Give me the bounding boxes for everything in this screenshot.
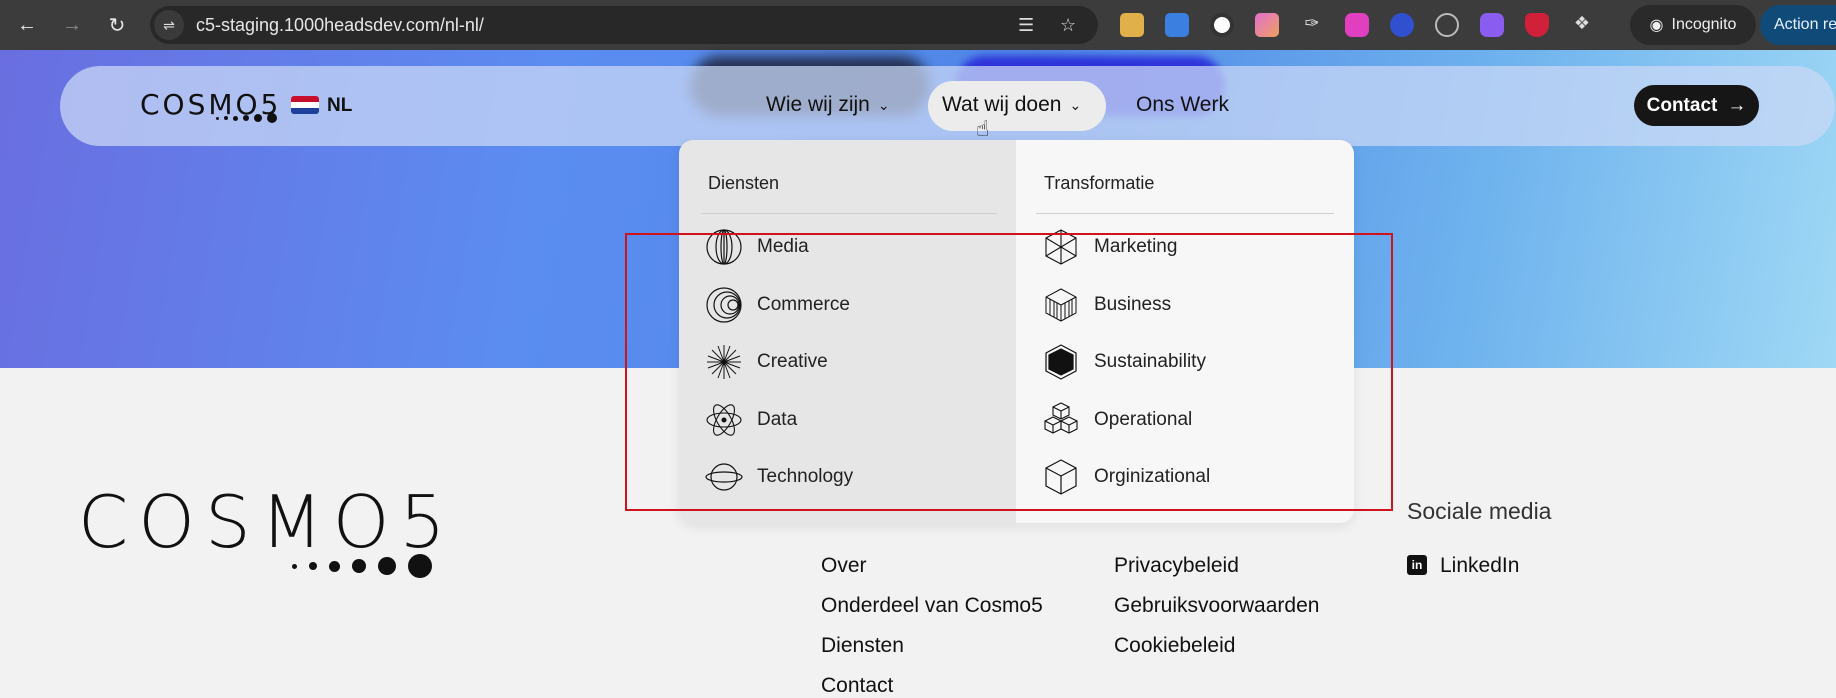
url-text: c5-staging.1000headsdev.com/nl-nl/ <box>196 14 484 35</box>
chevron-down-icon: ⌄ <box>1069 96 1082 113</box>
language-selector[interactable]: NL <box>327 95 352 117</box>
nav-what-we-do[interactable]: Wat wij doen ⌄ <box>942 93 1081 117</box>
translate-icon[interactable]: ☰ <box>1018 15 1034 36</box>
footer-link[interactable]: Cookiebeleid <box>1114 634 1235 658</box>
annotation-highlight-box <box>625 233 1393 511</box>
nav-what-label: Wat wij doen <box>942 93 1062 116</box>
compass-icon[interactable] <box>1435 13 1459 37</box>
extension-icon[interactable] <box>1255 13 1279 37</box>
footer-link[interactable]: Contact <box>821 674 893 698</box>
footer-logo: COSMO5 <box>78 480 456 564</box>
hand-cursor-icon: ☝ <box>976 116 990 141</box>
footer-link[interactable]: Diensten <box>821 634 904 658</box>
contact-button[interactable]: Contact → <box>1634 85 1759 126</box>
incognito-label: Incognito <box>1671 16 1737 33</box>
footer-link[interactable]: Over <box>821 554 867 578</box>
footer-link[interactable]: Gebruiksvoorwaarden <box>1114 594 1319 618</box>
chevron-down-icon: ⌄ <box>877 96 890 113</box>
extension-icon[interactable] <box>1390 13 1414 37</box>
diensten-heading: Diensten <box>708 173 780 193</box>
arrow-right-icon: → <box>1727 94 1747 116</box>
divider <box>701 213 997 214</box>
extension-icon[interactable] <box>1120 13 1144 37</box>
site-info-icon[interactable]: ⇌ <box>154 10 184 40</box>
reload-icon[interactable]: ↻ <box>100 8 134 42</box>
social-heading: Sociale media <box>1407 498 1552 524</box>
back-icon[interactable]: ← <box>10 8 44 42</box>
ublock-icon[interactable] <box>1525 13 1549 37</box>
linkedin-link[interactable]: LinkedIn <box>1440 554 1519 578</box>
contact-label: Contact <box>1646 94 1718 116</box>
forward-icon[interactable]: → <box>55 8 89 42</box>
netherlands-flag-icon[interactable] <box>291 96 319 114</box>
extension-icon[interactable] <box>1210 13 1234 37</box>
extensions-puzzle-icon[interactable]: ❖ <box>1570 13 1594 37</box>
incognito-icon: ◉ <box>1649 17 1664 34</box>
extension-icon[interactable] <box>1480 13 1504 37</box>
linkedin-icon[interactable]: in <box>1407 555 1427 575</box>
nav-who-label: Wie wij zijn <box>766 93 870 116</box>
divider <box>1036 213 1334 214</box>
transformatie-heading: Transformatie <box>1044 173 1155 193</box>
extension-icon[interactable] <box>1165 13 1189 37</box>
nav-who-we-are[interactable]: Wie wij zijn ⌄ <box>766 93 890 117</box>
nav-our-work[interactable]: Ons Werk <box>1136 93 1229 117</box>
extension-icon[interactable] <box>1345 13 1369 37</box>
bookmark-star-icon[interactable]: ☆ <box>1060 15 1076 36</box>
footer-link[interactable]: Onderdeel van Cosmo5 <box>821 594 1043 618</box>
action-button[interactable]: Action re <box>1760 5 1836 45</box>
eyedropper-icon[interactable]: ✑ <box>1300 13 1324 37</box>
logo-dots <box>216 113 277 123</box>
footer-logo-dots <box>292 554 432 578</box>
address-bar[interactable]: ⇌ c5-staging.1000headsdev.com/nl-nl/ ☰ ☆ <box>150 6 1098 44</box>
footer-link[interactable]: Privacybeleid <box>1114 554 1239 578</box>
browser-toolbar: ← → ↻ ⇌ c5-staging.1000headsdev.com/nl-n… <box>0 0 1836 50</box>
incognito-indicator[interactable]: ◉ Incognito <box>1630 5 1756 45</box>
action-label: Action re <box>1774 16 1836 33</box>
